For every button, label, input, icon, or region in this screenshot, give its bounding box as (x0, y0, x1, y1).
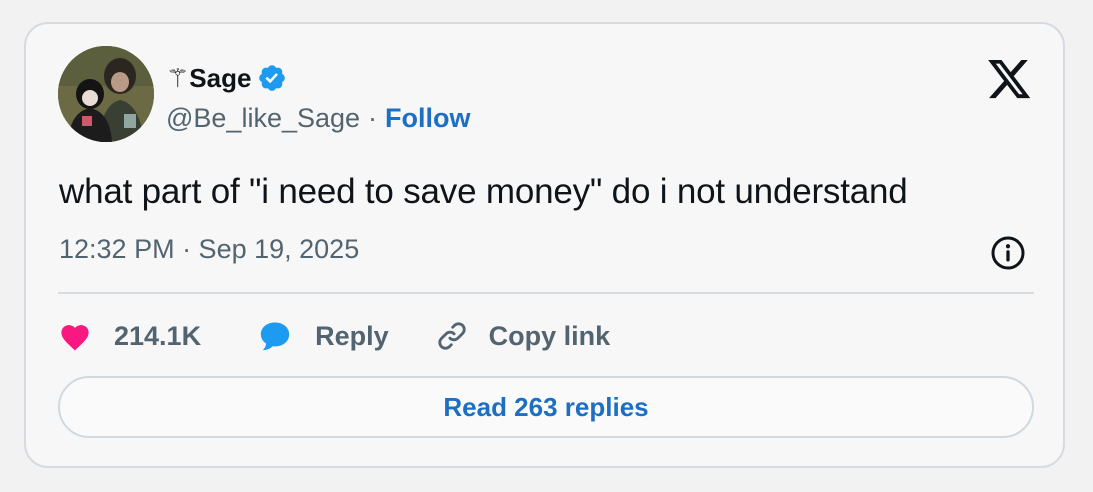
heart-icon (61, 325, 89, 351)
info-icon[interactable] (990, 235, 1026, 271)
like-button[interactable]: 214.1K (58, 321, 257, 352)
author-handle-row: @Be_like_Sage · Follow (166, 100, 471, 136)
author-name-row: ⚚Sage (166, 60, 287, 96)
link-icon (437, 322, 466, 350)
author-handle[interactable]: @Be_like_Sage (166, 103, 360, 134)
like-count: 214.1K (114, 320, 202, 351)
copy-link-label: Copy link (488, 320, 611, 351)
follow-button[interactable]: Follow (385, 103, 470, 134)
speech-bubble-icon (260, 322, 290, 351)
divider (58, 292, 1034, 294)
read-replies-button[interactable]: Read 263 replies (58, 376, 1034, 438)
reply-button[interactable]: Reply (257, 319, 435, 353)
author-display-name[interactable]: ⚚Sage (166, 63, 251, 94)
action-bar: 214.1K Reply Copy link (58, 312, 610, 360)
tweet-text: what part of "i need to save money" do i… (59, 172, 908, 211)
reply-label: Reply (315, 320, 389, 351)
x-logo-icon[interactable] (988, 60, 1032, 100)
tweet-embed-card: ⚚Sage @Be_like_Sage · Follow what part o… (24, 22, 1065, 468)
tweet-timestamp[interactable]: 12:32 PM · Sep 19, 2025 (59, 234, 359, 265)
verified-badge-icon (259, 65, 286, 91)
avatar[interactable] (58, 46, 154, 142)
copy-link-button[interactable]: Copy link (435, 319, 611, 353)
handle-separator: · (368, 102, 378, 133)
